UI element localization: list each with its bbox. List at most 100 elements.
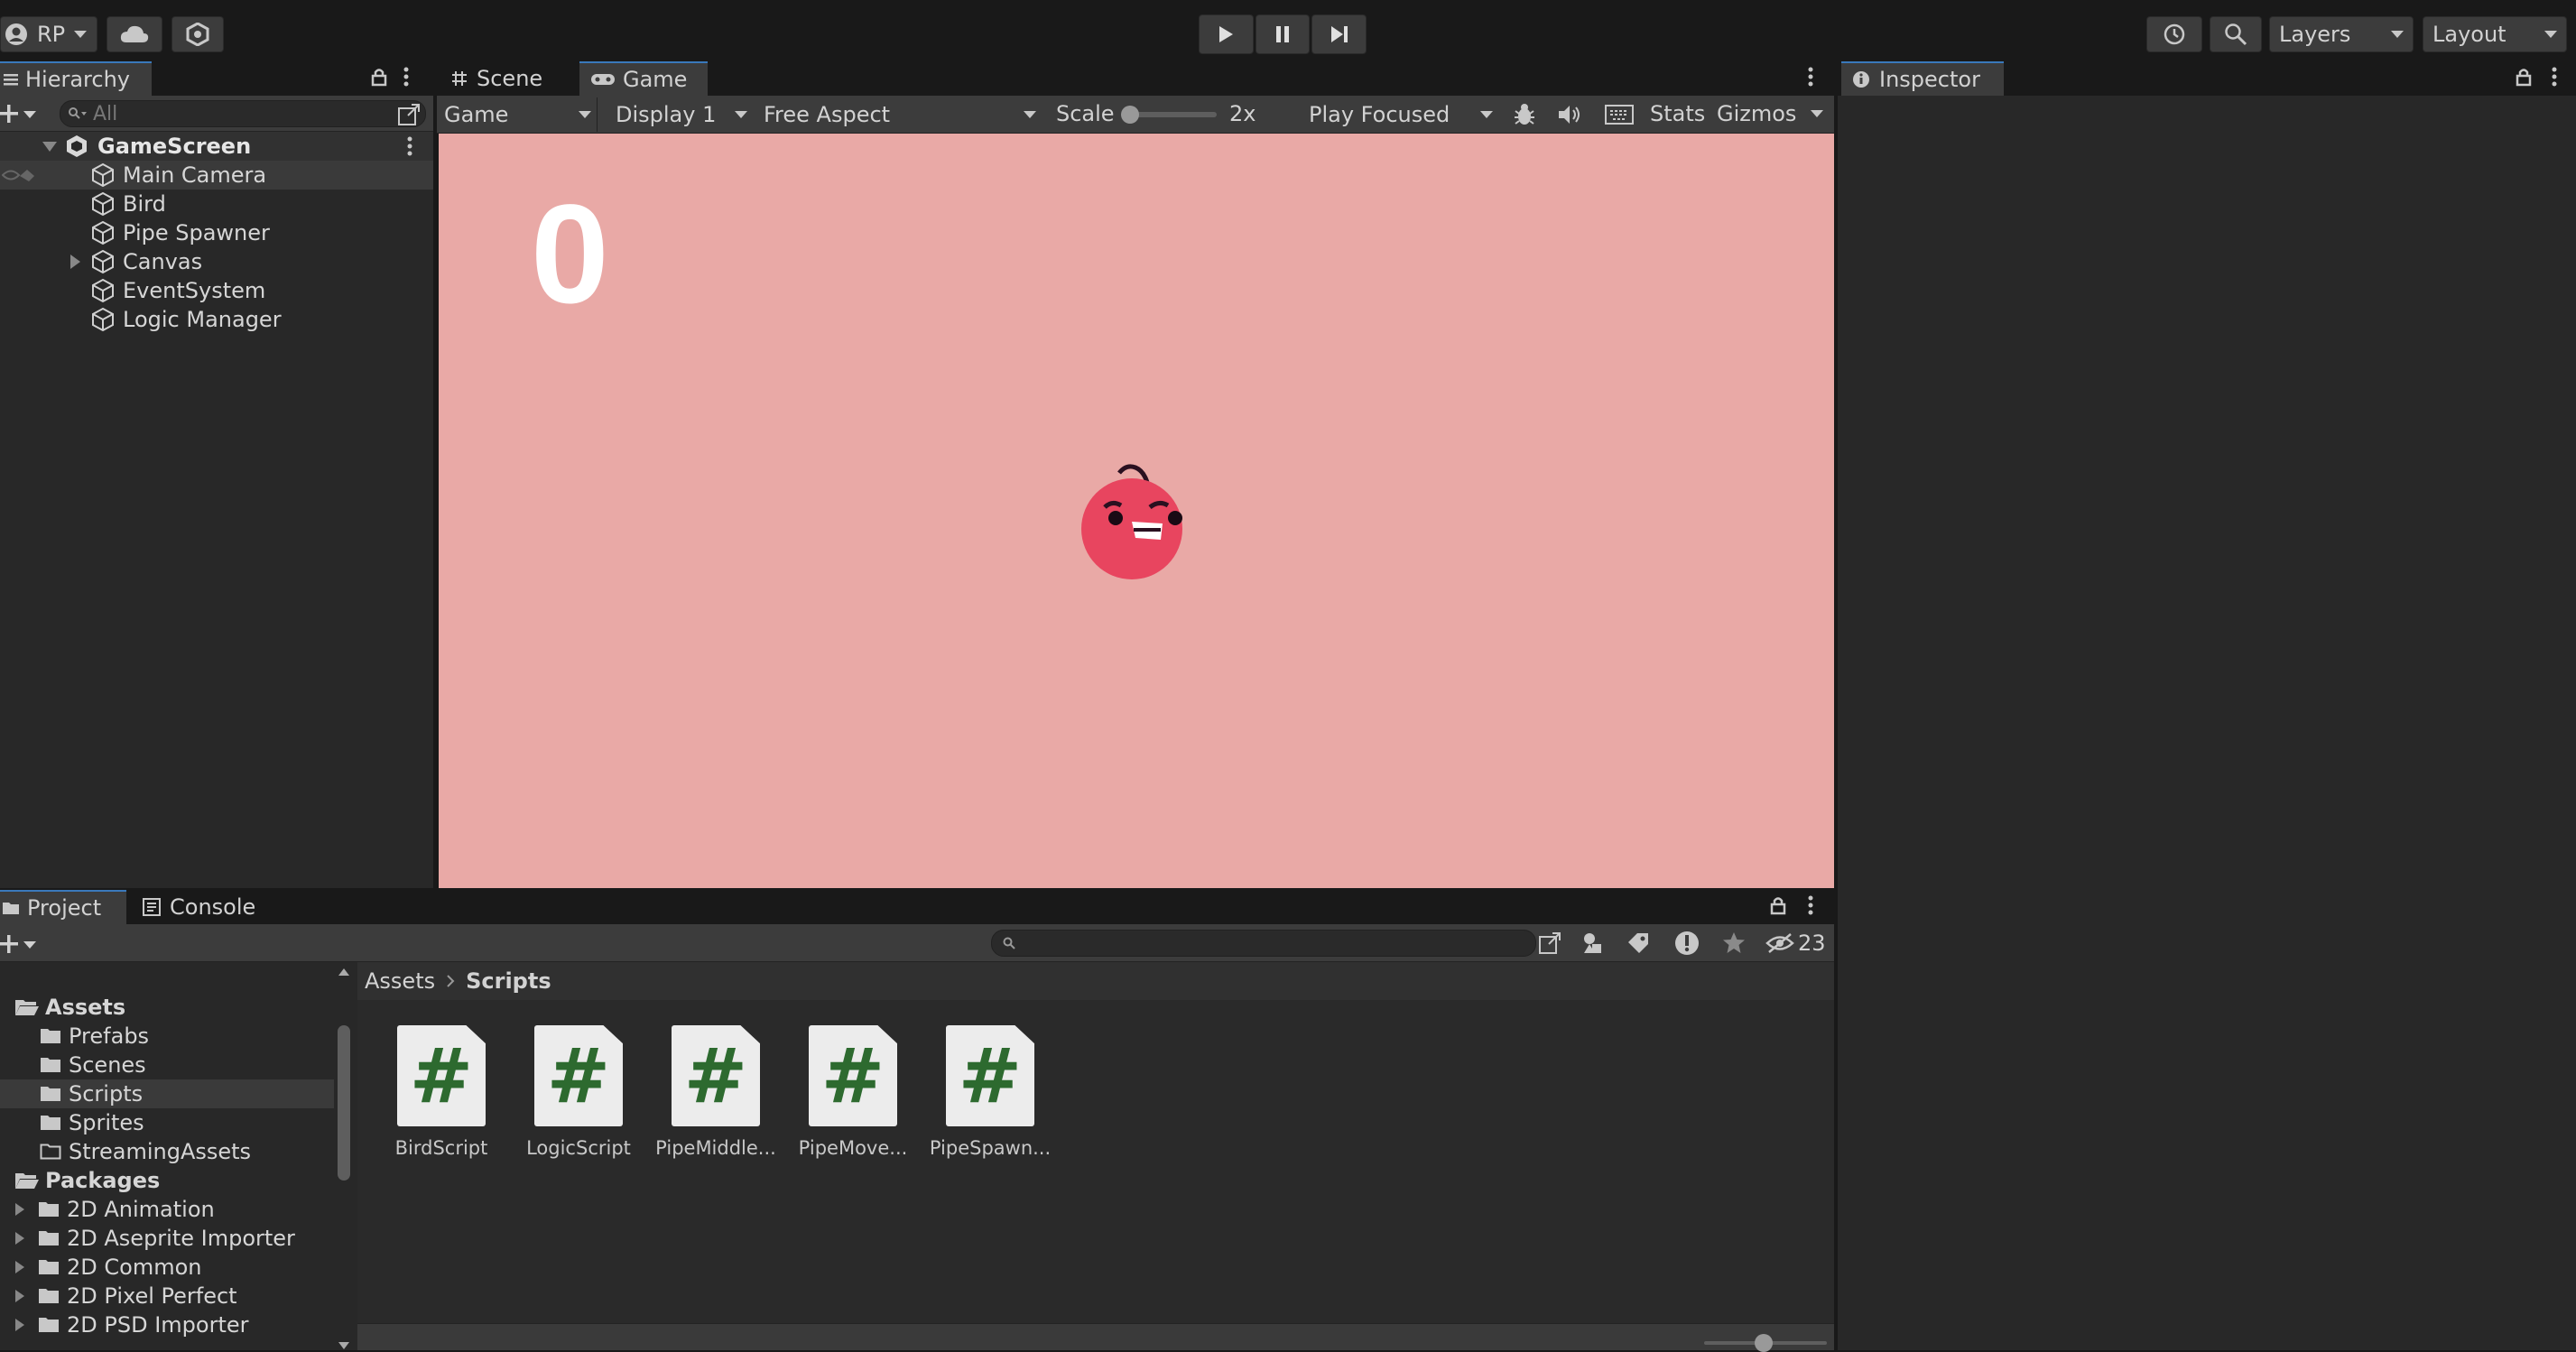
- chevron-right-icon: [446, 974, 455, 988]
- expand-arrow-icon[interactable]: [14, 1318, 25, 1332]
- grid-hash-icon: [451, 70, 468, 87]
- layers-dropdown[interactable]: Layers: [2269, 16, 2414, 52]
- play-mode-label: Play Focused: [1309, 102, 1450, 127]
- gameobject-cube-icon: [90, 191, 116, 217]
- aspect-dropdown[interactable]: Free Aspect: [756, 97, 1043, 132]
- stats-button[interactable]: Stats: [1650, 101, 1705, 126]
- breadcrumb-assets[interactable]: Assets: [365, 968, 435, 994]
- tab-console[interactable]: Console: [139, 890, 283, 924]
- gizmos-button[interactable]: Gizmos: [1717, 101, 1796, 126]
- lock-icon[interactable]: [1769, 895, 1787, 915]
- scale-slider-thumb[interactable]: [1121, 106, 1139, 124]
- asset-tile-pipemove[interactable]: # PipeMove...: [785, 1025, 921, 1159]
- hierarchy-scene-row[interactable]: GameScreen: [0, 132, 433, 161]
- tree-item-scripts[interactable]: Scripts: [0, 1079, 334, 1108]
- more-options-icon[interactable]: [406, 136, 413, 156]
- hierarchy-item-label: Pipe Spawner: [123, 220, 270, 245]
- project-tree-scrollbar[interactable]: [334, 962, 354, 1350]
- csharp-script-icon: #: [946, 1025, 1034, 1126]
- scale-slider[interactable]: [1121, 106, 1217, 124]
- tree-item-packages[interactable]: Packages: [0, 1166, 334, 1195]
- panel-divider-horizontal[interactable]: [0, 888, 1834, 890]
- folder-icon: [40, 1056, 61, 1074]
- tree-item-streamingassets[interactable]: StreamingAssets: [0, 1137, 334, 1166]
- hierarchy-item-bird[interactable]: Bird: [0, 190, 433, 218]
- search-button[interactable]: [2210, 16, 2262, 52]
- hierarchy-item-pipe-spawner[interactable]: Pipe Spawner: [0, 218, 433, 247]
- warning-filter-icon[interactable]: [1673, 930, 1700, 957]
- scene-visibility-icon[interactable]: [397, 103, 421, 126]
- account-dropdown[interactable]: RP: [0, 16, 97, 52]
- expand-arrow-icon[interactable]: [14, 1260, 25, 1274]
- asset-tile-pipemiddle[interactable]: # PipeMiddle...: [648, 1025, 783, 1159]
- add-icon[interactable]: [0, 103, 40, 125]
- expand-arrow-icon[interactable]: [14, 1231, 25, 1246]
- shortcuts-button[interactable]: [1596, 97, 1643, 132]
- hierarchy-toolbar: All: [0, 96, 433, 132]
- tree-item-assets[interactable]: Assets: [0, 993, 334, 1022]
- search-window-icon[interactable]: [1538, 931, 1563, 955]
- play-button[interactable]: [1199, 14, 1254, 54]
- debug-button[interactable]: [1504, 97, 1545, 132]
- lock-icon[interactable]: [370, 67, 388, 87]
- hidden-packages-toggle[interactable]: 23: [1765, 930, 1830, 957]
- play-mode-dropdown[interactable]: Play Focused: [1303, 97, 1498, 132]
- play-controls: [1199, 14, 1367, 54]
- tab-project[interactable]: Project: [0, 890, 126, 924]
- breadcrumb-scripts[interactable]: Scripts: [466, 968, 551, 994]
- tree-item-2d-pixel-perfect[interactable]: 2D Pixel Perfect: [0, 1282, 334, 1310]
- lock-icon[interactable]: [2515, 67, 2533, 87]
- tree-item-sprites[interactable]: Sprites: [0, 1108, 334, 1137]
- scrollbar-thumb[interactable]: [338, 1025, 350, 1181]
- collab-button[interactable]: [171, 16, 224, 52]
- expand-arrow-icon[interactable]: [14, 1289, 25, 1303]
- expand-arrow-icon[interactable]: [69, 254, 81, 270]
- tab-hierarchy[interactable]: Hierarchy: [0, 61, 152, 96]
- panel-divider-vertical[interactable]: [1834, 61, 1838, 1350]
- asset-tile-birdscript[interactable]: # BirdScript: [374, 1025, 509, 1159]
- tree-item-prefabs[interactable]: Prefabs: [0, 1022, 334, 1051]
- tab-inspector[interactable]: Inspector: [1841, 61, 2004, 96]
- scroll-up-icon[interactable]: [338, 968, 350, 977]
- hierarchy-item-logic-manager[interactable]: Logic Manager: [0, 305, 433, 334]
- hierarchy-search-input[interactable]: All: [60, 100, 426, 127]
- hierarchy-item-eventsystem[interactable]: EventSystem: [0, 276, 433, 305]
- expand-arrow-icon[interactable]: [14, 1202, 25, 1217]
- icon-size-slider-thumb[interactable]: [1755, 1334, 1773, 1352]
- asset-tile-pipespawn[interactable]: # PipeSpawn...: [922, 1025, 1058, 1159]
- gizmos-chevron-down-icon[interactable]: [1811, 110, 1823, 117]
- tab-game[interactable]: Game: [579, 61, 708, 96]
- tree-item-2d-psd-importer[interactable]: 2D PSD Importer: [0, 1310, 334, 1339]
- more-options-icon[interactable]: [1807, 67, 1814, 87]
- tree-item-scenes[interactable]: Scenes: [0, 1051, 334, 1079]
- history-button[interactable]: [2146, 16, 2202, 52]
- layout-dropdown[interactable]: Layout: [2423, 16, 2567, 52]
- panel-divider-vertical[interactable]: [433, 61, 437, 890]
- project-search-input[interactable]: [991, 930, 1536, 957]
- visibility-eye-icon[interactable]: [2, 165, 38, 185]
- mute-audio-button[interactable]: [1549, 97, 1590, 132]
- icon-size-slider[interactable]: [1704, 1334, 1827, 1352]
- more-options-icon[interactable]: [1807, 895, 1814, 915]
- filter-by-type-icon[interactable]: [1581, 931, 1607, 955]
- tree-item-2d-aseprite-importer[interactable]: 2D Aseprite Importer: [0, 1224, 334, 1253]
- cloud-button[interactable]: [107, 16, 162, 52]
- step-button[interactable]: [1311, 14, 1367, 54]
- hierarchy-item-canvas[interactable]: Canvas: [0, 247, 433, 276]
- display-dropdown[interactable]: Display 1: [610, 97, 753, 132]
- filter-by-label-icon[interactable]: [1626, 931, 1650, 955]
- tree-item-2d-animation[interactable]: 2D Animation: [0, 1195, 334, 1224]
- tree-item-2d-common[interactable]: 2D Common: [0, 1253, 334, 1282]
- game-canvas[interactable]: 0: [439, 134, 1834, 888]
- add-icon[interactable]: [0, 933, 40, 955]
- hierarchy-item-main-camera[interactable]: Main Camera: [0, 161, 433, 190]
- favorite-star-icon[interactable]: [1722, 931, 1746, 955]
- scroll-down-icon[interactable]: [338, 1341, 350, 1350]
- more-options-icon[interactable]: [403, 67, 410, 87]
- asset-tile-logicscript[interactable]: # LogicScript: [511, 1025, 646, 1159]
- game-mode-dropdown[interactable]: Game: [439, 97, 598, 132]
- more-options-icon[interactable]: [2551, 67, 2558, 87]
- tab-scene[interactable]: Scene: [437, 61, 578, 96]
- pause-button[interactable]: [1255, 14, 1311, 54]
- folder-icon: [38, 1229, 60, 1247]
